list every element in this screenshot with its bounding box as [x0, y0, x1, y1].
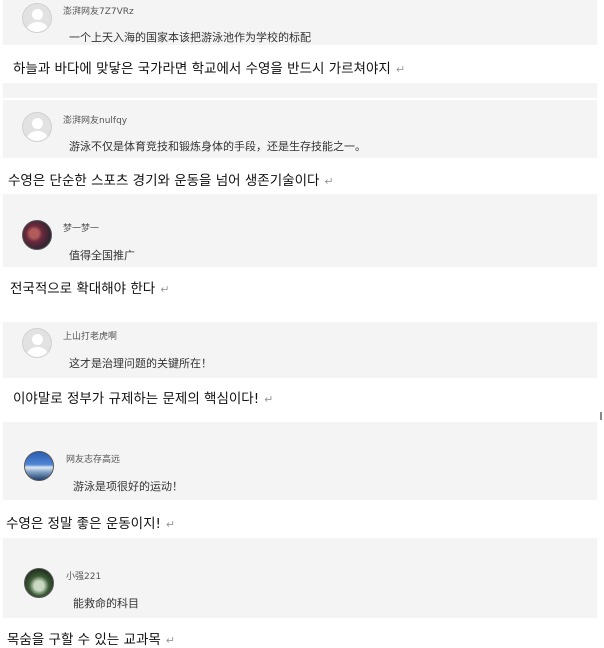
comment-card: 上山打老虎啊 这才是治理问题的关键所在！ 이야말로 정부가 규제하는 문제의 핵… — [0, 322, 597, 434]
username[interactable]: 上山打老虎啊 — [63, 329, 117, 342]
comment-text: 游泳是项很好的运动！ — [73, 480, 183, 493]
translation-line: 이야말로 정부가 규제하는 문제의 핵심이다! ↵ — [13, 387, 273, 407]
username[interactable]: 小强221 — [66, 569, 101, 582]
comment-text: 一个上天入海的国家本该把游泳池作为学校的标配 — [69, 31, 311, 44]
return-icon: ↵ — [165, 634, 176, 647]
username[interactable]: 澎湃网友7Z7VRz — [63, 4, 134, 17]
translation-text: 이야말로 정부가 규제하는 문제의 핵심이다! — [13, 391, 260, 407]
comment-card: 小强221 能救命的科目 목숨을 구할 수 있는 교과목 ↵ — [0, 554, 597, 648]
username[interactable]: 澎湃网友nulfqy — [63, 113, 127, 126]
translation-text: 목숨을 구할 수 있는 교과목 — [7, 632, 161, 648]
translation-text: 수영은 정말 좋은 운동이지! — [6, 516, 161, 532]
user-avatar[interactable] — [22, 220, 52, 250]
comment-text: 游泳不仅是体育竞技和锻炼身体的手段，还是生存技能之一。 — [69, 140, 366, 153]
return-icon: ↵ — [264, 393, 274, 406]
return-icon: ↵ — [395, 63, 406, 76]
translation-line: 목숨을 구할 수 있는 교과목 ↵ — [7, 628, 175, 648]
user-avatar[interactable] — [24, 568, 54, 598]
return-icon: ↵ — [165, 518, 176, 531]
comment-text: 值得全国推广 — [69, 249, 135, 262]
translation-text: 수영은 단순한 스포츠 경기와 운동을 넘어 생존기술이다 — [8, 173, 320, 189]
comment-text: 这才是治理问题的关键所在！ — [69, 357, 212, 370]
translation-line: 전국적으로 확대해야 한다 ↵ — [10, 277, 169, 297]
return-icon: ↵ — [160, 283, 170, 296]
comment-card: 梦一梦一 值得全国推广 전국적으로 확대해야 한다 ↵ — [0, 212, 597, 322]
username[interactable]: 网友志存高远 — [66, 452, 120, 465]
translation-line: 수영은 단순한 스포츠 경기와 운동을 넘어 생존기술이다 ↵ — [8, 169, 334, 189]
comment-footer — [3, 194, 597, 212]
user-avatar[interactable] — [22, 3, 52, 33]
scroll-edge-marker — [600, 412, 602, 420]
translation-line: 수영은 정말 좋은 운동이지! ↵ — [6, 512, 175, 532]
comment-card: 网友志存高远 游泳是项很好的运动！ 수영은 정말 좋은 운동이지! ↵ — [0, 434, 597, 554]
comment-footer — [3, 422, 597, 434]
username[interactable]: 梦一梦一 — [63, 221, 99, 234]
user-avatar[interactable] — [24, 451, 54, 481]
translation-line: 하늘과 바다에 맞닿은 국가라면 학교에서 수영을 반드시 가르쳐야지 ↵ — [13, 57, 405, 77]
translation-text: 하늘과 바다에 맞닿은 국가라면 학교에서 수영을 반드시 가르쳐야지 — [13, 61, 391, 77]
comment-text: 能救命的科目 — [73, 597, 139, 610]
comment-card: 澎湃网友nulfqy 游泳不仅是体育竞技和锻炼身体的手段，还是生存技能之一。 수… — [0, 100, 597, 212]
translation-text: 전국적으로 확대해야 한다 — [10, 281, 156, 297]
comment-footer — [3, 538, 597, 554]
user-avatar[interactable] — [22, 112, 52, 142]
comment-card: 澎湃网友7Z7VRz 一个上天入海的国家本该把游泳池作为学校的标配 하늘과 바다… — [0, 0, 597, 98]
user-avatar[interactable] — [22, 328, 52, 358]
comment-footer — [3, 83, 597, 98]
return-icon: ↵ — [324, 175, 334, 188]
